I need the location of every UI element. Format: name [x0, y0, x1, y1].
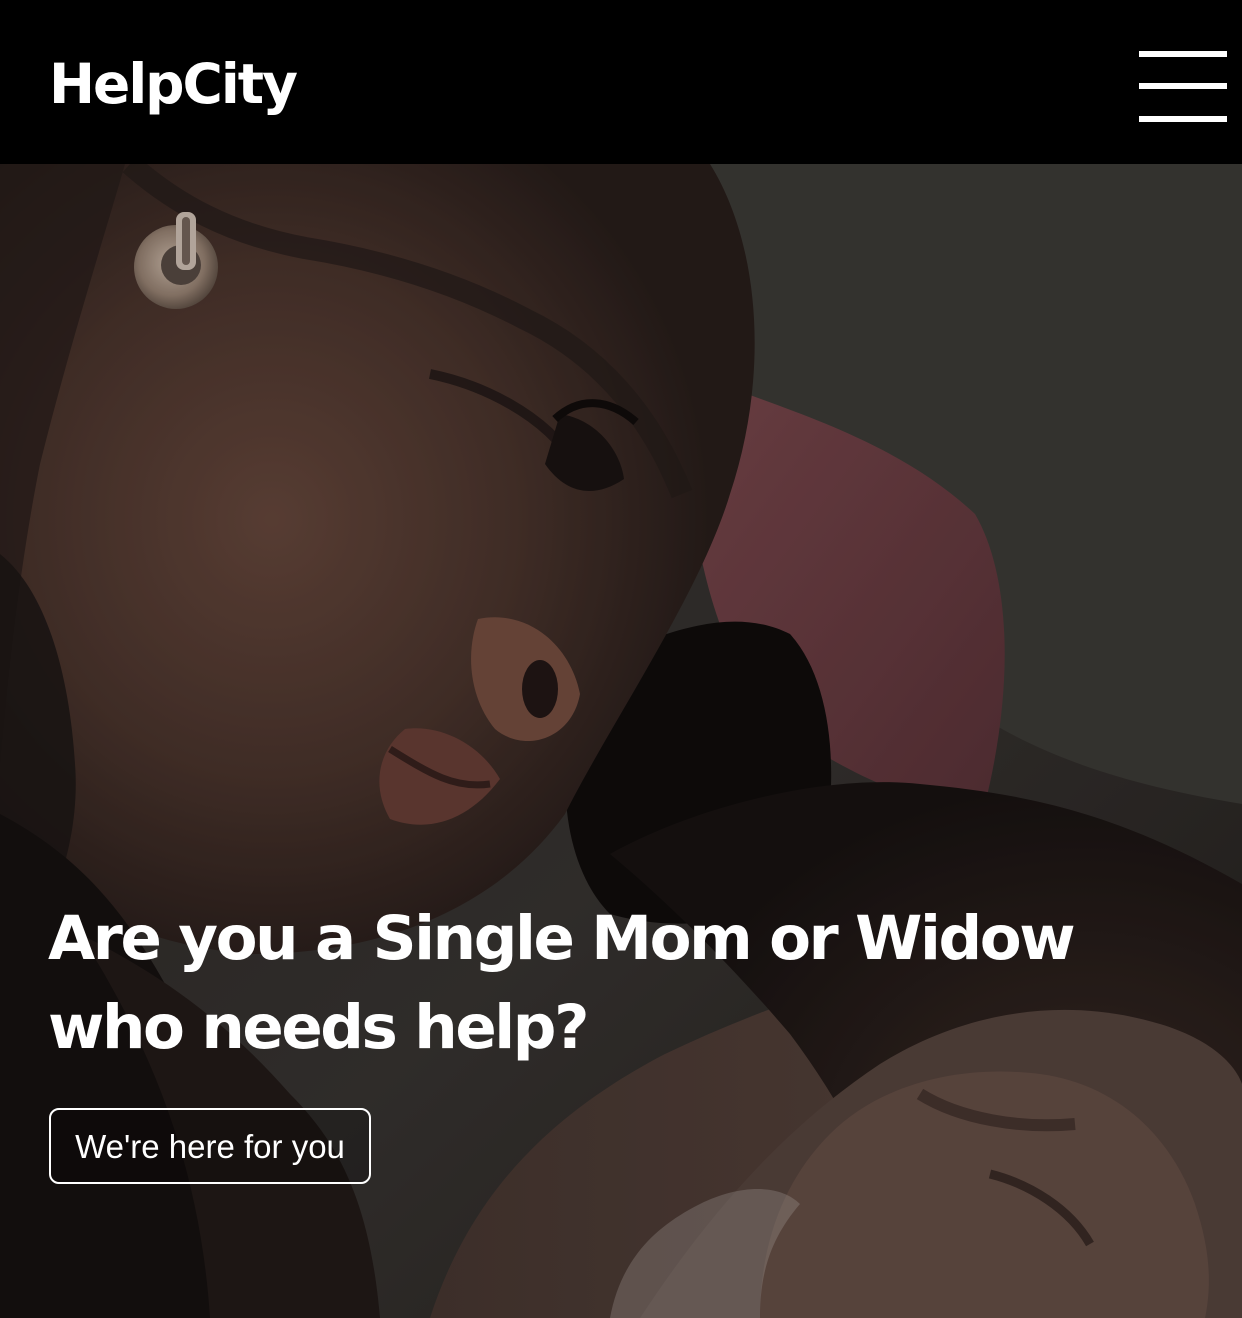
menu-bar-bottom: [1139, 116, 1227, 122]
hero-content: Are you a Single Mom or Widow who needs …: [48, 894, 1218, 1184]
were-here-for-you-button[interactable]: We're here for you: [49, 1108, 371, 1184]
hamburger-menu-icon[interactable]: [1139, 49, 1227, 127]
top-navbar: HelpCity: [0, 0, 1242, 164]
home-page: HelpCity Are you a Single Mom or Widow w…: [0, 0, 1242, 1318]
brand-logo[interactable]: HelpCity: [49, 52, 298, 116]
menu-bar-top: [1139, 51, 1227, 57]
menu-bar-middle: [1139, 83, 1227, 89]
hero-section: Are you a Single Mom or Widow who needs …: [0, 164, 1242, 1318]
hero-headline: Are you a Single Mom or Widow who needs …: [48, 903, 1076, 1063]
